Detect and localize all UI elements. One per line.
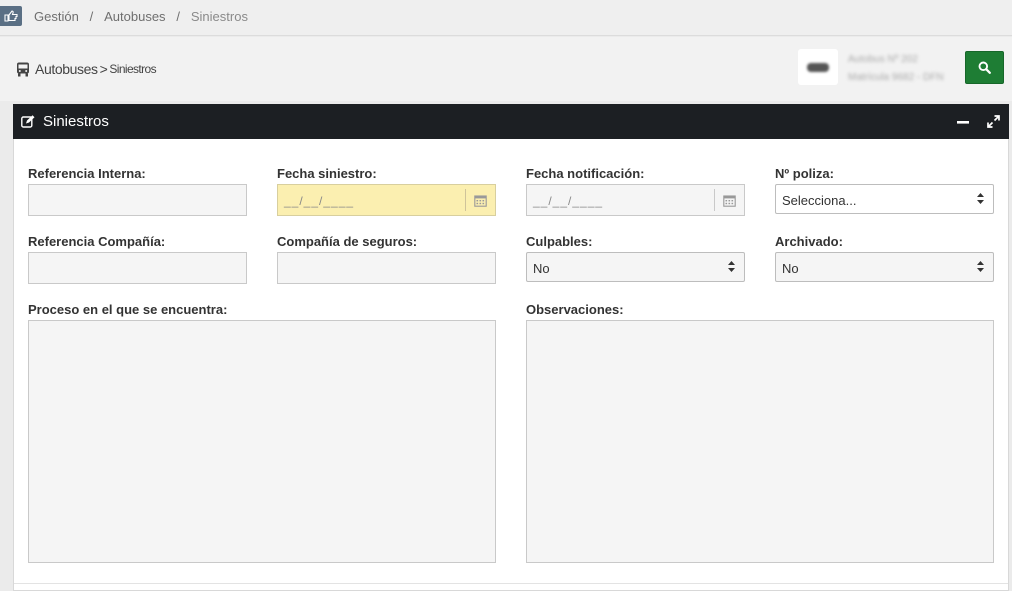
ref-interna-label: Referencia Interna: bbox=[28, 166, 146, 181]
fecha-notificacion-mask: __/__/____ bbox=[533, 194, 604, 208]
vehicle-info-line2: Matrícula 9682 - DFN bbox=[848, 72, 944, 83]
ref-compania-input[interactable] bbox=[28, 252, 247, 284]
vehicle-info-line1: Autobus Nº 202 bbox=[848, 54, 918, 65]
expand-icon[interactable] bbox=[981, 104, 1005, 139]
panel-title: Siniestros bbox=[21, 113, 109, 130]
compania-seguros-input[interactable] bbox=[277, 252, 496, 284]
page-title-main: Autobuses bbox=[35, 61, 98, 77]
fecha-notificacion-input[interactable]: __/__/____ bbox=[526, 184, 745, 216]
culpables-select[interactable]: No bbox=[526, 252, 745, 282]
breadcrumb-separator: / bbox=[176, 9, 181, 24]
page-title: Autobuses > Siniestros bbox=[16, 61, 157, 77]
bus-icon bbox=[17, 62, 29, 76]
culpables-select-value: No bbox=[533, 261, 550, 276]
breadcrumb-item-siniestros: Siniestros bbox=[190, 9, 248, 24]
sort-arrows-icon bbox=[977, 193, 984, 204]
search-icon bbox=[978, 61, 991, 74]
observaciones-label: Observaciones: bbox=[526, 302, 624, 317]
panel-divider bbox=[14, 583, 1008, 584]
sort-arrows-icon bbox=[728, 261, 735, 272]
poliza-select-value: Selecciona... bbox=[782, 193, 857, 208]
ref-interna-input[interactable] bbox=[28, 184, 247, 216]
fecha-siniestro-input[interactable]: __/__/____ bbox=[277, 184, 496, 216]
archivado-select-value: No bbox=[782, 261, 799, 276]
siniestros-panel: Siniestros Referencia Interna: Fecha sin… bbox=[13, 104, 1009, 591]
panel-title-text: Siniestros bbox=[43, 113, 109, 130]
sort-arrows-icon bbox=[977, 261, 984, 272]
ref-compania-label: Referencia Compañía: bbox=[28, 234, 166, 249]
breadcrumb-item-autobuses[interactable]: Autobuses bbox=[104, 9, 165, 24]
top-breadcrumb-bar: Gestión / Autobuses / Siniestros bbox=[0, 0, 1012, 36]
proceso-textarea[interactable] bbox=[28, 320, 496, 563]
calendar-icon[interactable] bbox=[465, 189, 495, 211]
vehicle-thumbnail bbox=[798, 49, 838, 85]
proceso-label: Proceso en el que se encuentra: bbox=[28, 302, 228, 317]
culpables-label: Culpables: bbox=[526, 234, 593, 249]
fecha-siniestro-mask: __/__/____ bbox=[284, 194, 355, 208]
calendar-icon[interactable] bbox=[714, 189, 744, 211]
search-button[interactable] bbox=[965, 51, 1004, 84]
edit-icon bbox=[21, 115, 35, 128]
minimize-icon[interactable] bbox=[951, 104, 975, 139]
archivado-label: Archivado: bbox=[775, 234, 843, 249]
page-title-sub: Siniestros bbox=[109, 62, 157, 76]
fecha-notificacion-label: Fecha notificación: bbox=[526, 166, 645, 181]
vehicle-info: Autobus Nº 202 Matrícula 9682 - DFN bbox=[848, 51, 944, 87]
compania-seguros-label: Compañía de seguros: bbox=[277, 234, 418, 249]
fecha-siniestro-label: Fecha siniestro: bbox=[277, 166, 377, 181]
breadcrumb-separator: / bbox=[89, 9, 94, 24]
observaciones-textarea[interactable] bbox=[526, 320, 994, 563]
poliza-select[interactable]: Selecciona... bbox=[775, 184, 994, 214]
archivado-select[interactable]: No bbox=[775, 252, 994, 282]
page-header: Autobuses > Siniestros Autobus Nº 202 Matr… bbox=[0, 37, 1012, 101]
panel-header: Siniestros bbox=[13, 104, 1009, 139]
breadcrumb: Gestión / Autobuses / Siniestros bbox=[34, 9, 248, 24]
breadcrumb-item-gestion[interactable]: Gestión bbox=[34, 9, 79, 24]
poliza-label: Nº poliza: bbox=[775, 166, 834, 181]
hand-pointer-icon[interactable] bbox=[0, 6, 22, 26]
chevron-right-icon: > bbox=[99, 61, 108, 77]
